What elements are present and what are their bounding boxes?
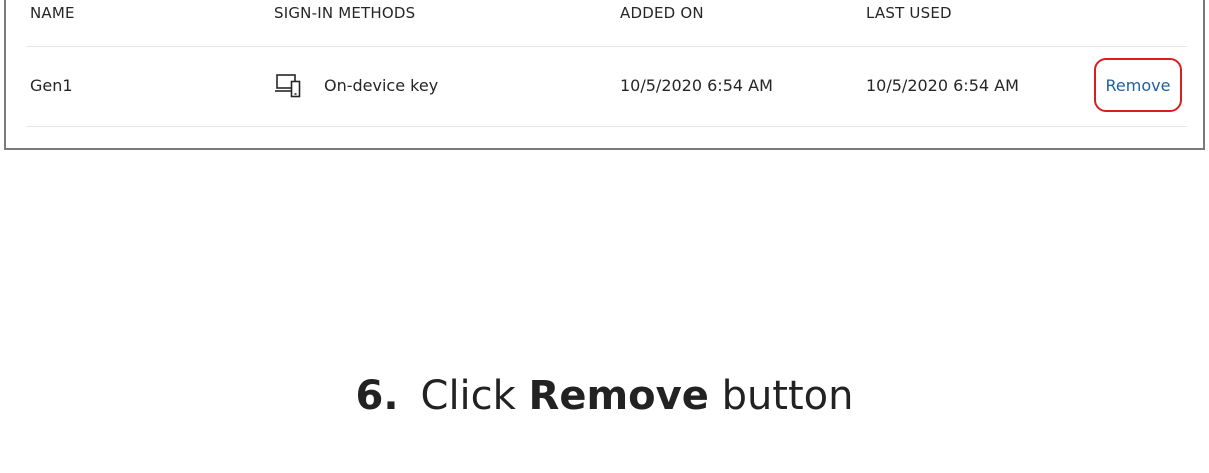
instruction-emphasis: Remove bbox=[528, 373, 709, 419]
row-divider bbox=[26, 126, 1187, 127]
row-last-used: 10/5/2020 6:54 AM bbox=[866, 76, 1019, 95]
table-header: NAME SIGN-IN METHODS ADDED ON LAST USED bbox=[6, 0, 1203, 46]
instruction-suffix: button bbox=[721, 373, 854, 419]
column-header-sign-in-methods: SIGN-IN METHODS bbox=[274, 4, 416, 22]
security-info-table: NAME SIGN-IN METHODS ADDED ON LAST USED … bbox=[4, 0, 1205, 150]
device-key-icon bbox=[274, 72, 304, 102]
row-name: Gen1 bbox=[30, 76, 73, 95]
column-header-added-on: ADDED ON bbox=[620, 4, 704, 22]
row-added-on: 10/5/2020 6:54 AM bbox=[620, 76, 773, 95]
table-row: Gen1 On-device key 10/5/2020 6:54 AM 10/… bbox=[6, 48, 1203, 128]
column-header-name: NAME bbox=[30, 4, 75, 22]
header-divider bbox=[26, 46, 1187, 47]
instruction-caption: 6. Click Remove button bbox=[0, 373, 1209, 419]
remove-button[interactable]: Remove bbox=[1094, 58, 1182, 112]
row-sign-in-method: On-device key bbox=[324, 76, 439, 95]
step-number: 6. bbox=[355, 373, 399, 419]
instruction-prefix: Click bbox=[420, 373, 516, 419]
column-header-last-used: LAST USED bbox=[866, 4, 952, 22]
